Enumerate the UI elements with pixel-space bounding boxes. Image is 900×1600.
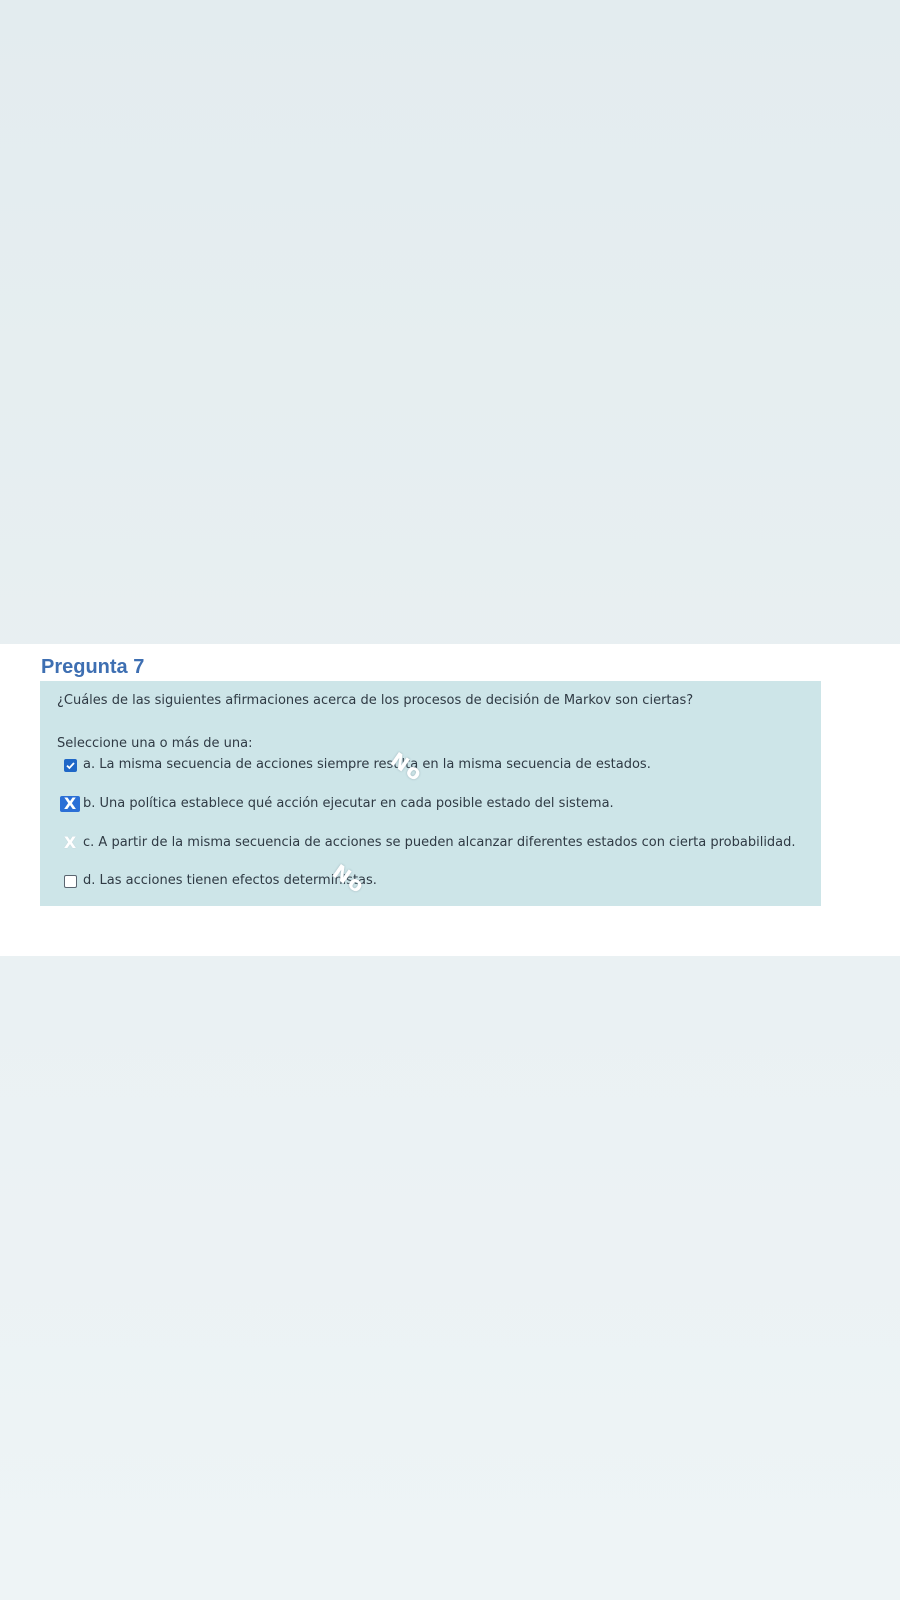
- option-d-label: d. Las acciones tienen efectos determini…: [83, 873, 377, 888]
- option-a-label: a. La misma secuencia de acciones siempr…: [83, 757, 651, 772]
- checkbox-a[interactable]: [57, 755, 83, 775]
- checkbox-b[interactable]: X: [57, 794, 83, 814]
- question-title: Pregunta 7: [41, 656, 145, 678]
- option-d[interactable]: d. Las acciones tienen efectos determini…: [57, 869, 377, 893]
- option-c-label: c. A partir de la misma secuencia de acc…: [83, 835, 796, 850]
- question-box: ¿Cuáles de las siguientes afirmaciones a…: [40, 681, 821, 906]
- x-mark-icon: X: [63, 833, 77, 852]
- question-panel: Pregunta 7 ¿Cuáles de las siguientes afi…: [0, 644, 900, 956]
- option-a[interactable]: a. La misma secuencia de acciones siempr…: [57, 753, 651, 777]
- option-b[interactable]: X b. Una política establece qué acción e…: [57, 792, 614, 816]
- checkbox-c[interactable]: X: [57, 833, 83, 853]
- checkbox-checked-icon: [63, 758, 77, 772]
- checkbox-empty-icon: [63, 874, 77, 888]
- option-c[interactable]: X c. A partir de la misma secuencia de a…: [57, 831, 796, 855]
- answer-prompt: Seleccione una o más de una:: [57, 736, 253, 751]
- x-mark-icon: X: [60, 796, 80, 812]
- checkbox-d[interactable]: [57, 871, 83, 891]
- question-text: ¿Cuáles de las siguientes afirmaciones a…: [57, 693, 694, 708]
- option-b-label: b. Una política establece qué acción eje…: [83, 796, 614, 811]
